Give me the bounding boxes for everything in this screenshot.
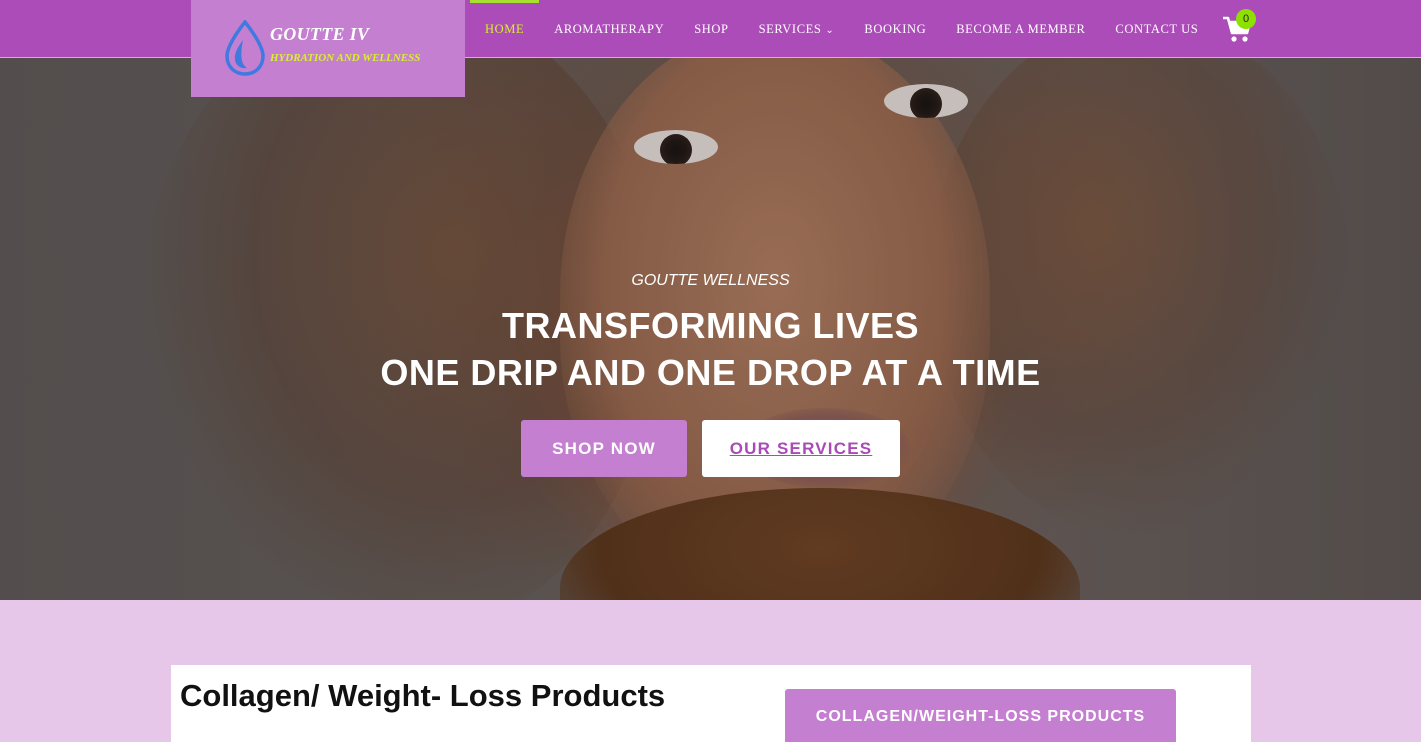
hero-title-line-2: ONE DRIP AND ONE DROP AT A TIME	[380, 352, 1041, 393]
nav-item-label: BECOME A MEMBER	[956, 21, 1086, 36]
nav-item-become-a-member[interactable]: BECOME A MEMBER	[941, 0, 1100, 58]
hero-kicker: GOUTTE WELLNESS	[631, 272, 790, 289]
nav-item-booking[interactable]: BOOKING	[849, 0, 941, 58]
cart-button[interactable]: 0	[1222, 9, 1256, 46]
nav-item-home[interactable]: HOME	[470, 0, 540, 58]
nav-item-contact-us[interactable]: CONTACT US	[1100, 0, 1213, 58]
nav-item-label: SERVICES	[758, 21, 822, 36]
nav-item-label: CONTACT US	[1115, 21, 1199, 36]
nav-item-label: AROMATHERAPY	[554, 21, 665, 36]
nav-item-shop[interactable]: SHOP	[679, 0, 743, 58]
collagen-weight-loss-products-button[interactable]: COLLAGEN/WEIGHT-LOSS PRODUCTS	[785, 689, 1176, 742]
nav-item-aromatherapy[interactable]: AROMATHERAPY	[539, 0, 679, 58]
shop-now-button[interactable]: SHOP NOW	[521, 420, 687, 477]
site-logo[interactable]: GOUTTE IV HYDRATION AND WELLNESS	[191, 0, 465, 97]
main-nav: HOME AROMATHERAPY SHOP SERVICES ⌄ BOOKIN…	[470, 0, 1213, 58]
nav-item-label: SHOP	[694, 21, 729, 36]
chevron-down-icon: ⌄	[825, 24, 835, 36]
nav-item-label: BOOKING	[864, 21, 927, 36]
water-drop-icon	[225, 20, 265, 76]
logo-title: GOUTTE IV	[270, 24, 370, 44]
our-services-button[interactable]: OUR SERVICES	[702, 420, 900, 477]
products-heading: Collagen/ Weight- Loss Products	[180, 678, 666, 713]
nav-item-label: HOME	[485, 21, 525, 36]
nav-item-services[interactable]: SERVICES ⌄	[744, 0, 850, 58]
hero-title-line-1: TRANSFORMING LIVES	[501, 305, 919, 346]
cart-count-badge: 0	[1236, 9, 1256, 29]
hero-title: TRANSFORMING LIVES ONE DRIP AND ONE DROP…	[0, 302, 1421, 396]
hero-banner: GOUTTE WELLNESS TRANSFORMING LIVES ONE D…	[0, 58, 1421, 600]
logo-tagline: HYDRATION AND WELLNESS	[270, 52, 421, 64]
